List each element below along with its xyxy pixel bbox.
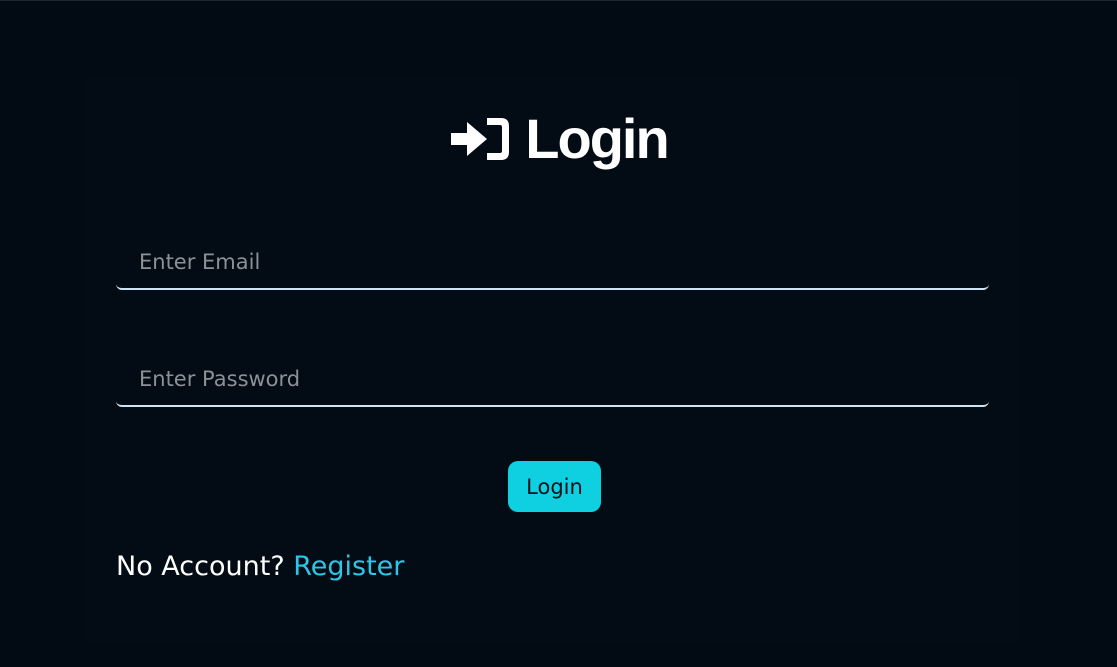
password-field[interactable] bbox=[116, 353, 989, 407]
register-link[interactable]: Register bbox=[293, 551, 404, 582]
login-header: Login bbox=[0, 111, 1117, 167]
login-button[interactable]: Login bbox=[508, 461, 601, 512]
login-page: Login Login No Account? Register bbox=[0, 0, 1117, 667]
sign-in-icon bbox=[451, 118, 510, 160]
no-account-text: No Account? bbox=[116, 551, 294, 582]
register-prompt: No Account? Register bbox=[116, 551, 404, 582]
email-field[interactable] bbox=[116, 236, 989, 290]
page-title: Login bbox=[525, 107, 669, 170]
